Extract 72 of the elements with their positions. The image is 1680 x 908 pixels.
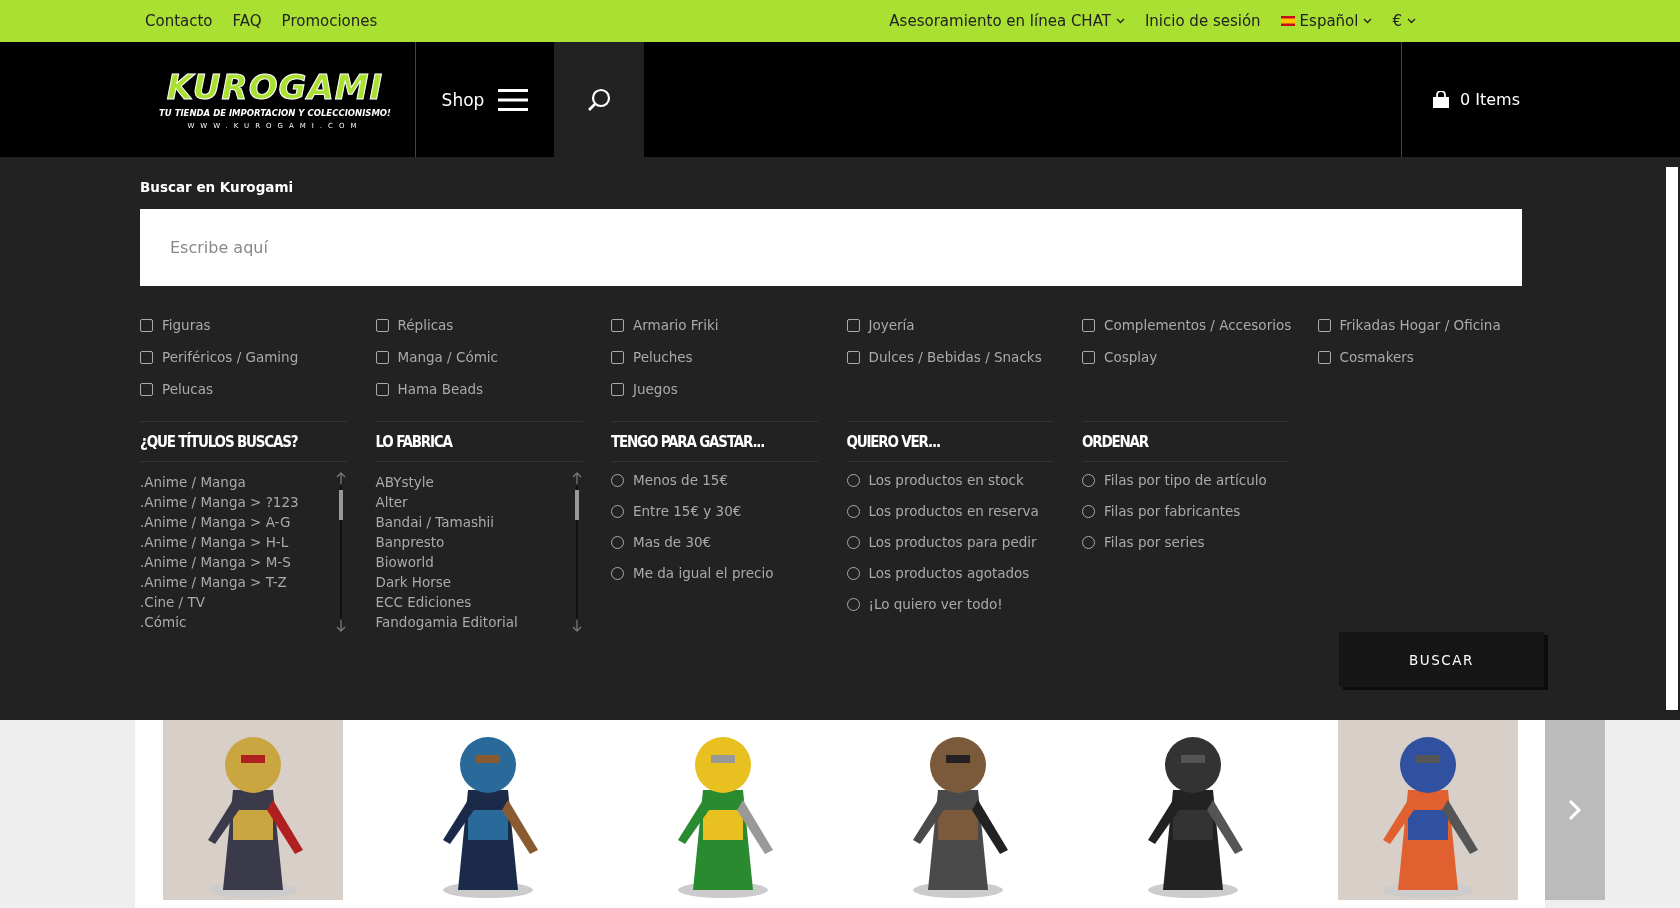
- category-checkbox[interactable]: Cosplay: [1082, 349, 1318, 365]
- filter-heading: LO FABRICA: [375, 421, 583, 462]
- filter-heading: QUIERO VER...: [846, 421, 1054, 462]
- category-checkbox[interactable]: Manga / Cómic: [375, 349, 611, 365]
- list-item[interactable]: Dark Horse: [375, 572, 518, 592]
- radio-option[interactable]: Los productos en stock: [846, 472, 1054, 488]
- top-link[interactable]: FAQ: [232, 12, 262, 30]
- category-checkbox[interactable]: Réplicas: [375, 317, 611, 333]
- list-item[interactable]: .Anime / Manga > H-L: [140, 532, 299, 552]
- chevron-right-icon: [1568, 799, 1582, 821]
- language-selector[interactable]: Español: [1280, 12, 1373, 30]
- category-checkbox[interactable]: Pelucas: [140, 381, 376, 397]
- arrow-up-icon[interactable]: [336, 472, 346, 484]
- radio-option[interactable]: Filas por tipo de artículo: [1082, 472, 1289, 488]
- arrow-down-icon[interactable]: [336, 620, 346, 632]
- list-item[interactable]: .Anime / Manga > M-S: [140, 552, 299, 572]
- dropdown-link[interactable]: Asesoramiento en línea CHAT: [889, 12, 1125, 30]
- radio-option[interactable]: Filas por fabricantes: [1082, 503, 1289, 519]
- list-item[interactable]: Bioworld: [375, 552, 518, 572]
- list-item[interactable]: Alter: [375, 492, 518, 512]
- filter-heading: ORDENAR: [1082, 421, 1289, 462]
- chevron-icon: [1115, 18, 1125, 24]
- radio-option[interactable]: Los productos agotados: [846, 565, 1054, 581]
- list-item[interactable]: ABYstyle: [375, 472, 518, 492]
- arrow-up-icon[interactable]: [571, 472, 582, 484]
- list-item[interactable]: .Cómic: [140, 612, 299, 632]
- scrollbar-thumb[interactable]: [574, 490, 579, 520]
- scrollbar[interactable]: [1666, 167, 1678, 710]
- category-checkbox[interactable]: Peluches: [611, 349, 847, 365]
- scrollbar-thumb[interactable]: [339, 490, 343, 520]
- radio-option[interactable]: Mas de 30€: [611, 534, 818, 550]
- search-field[interactable]: Escribe aquí: [140, 209, 1522, 286]
- category-checkbox[interactable]: Joyería: [846, 317, 1082, 333]
- radio-option[interactable]: Los productos en reserva: [846, 503, 1054, 519]
- radio-option[interactable]: Los productos para pedir: [846, 534, 1054, 550]
- category-checkbox[interactable]: Periféricos / Gaming: [140, 349, 376, 365]
- chevron-icon: [1407, 18, 1416, 24]
- list-item[interactable]: Bandai / Tamashii: [375, 512, 518, 532]
- chevron-icon: [1363, 18, 1373, 24]
- list-item[interactable]: .Anime / Manga > T-Z: [140, 572, 299, 592]
- bag-icon: [1432, 90, 1450, 109]
- radio-option[interactable]: Entre 15€ y 30€: [611, 503, 818, 519]
- category-checkbox[interactable]: Frikadas Hogar / Oficina: [1317, 317, 1553, 333]
- search-icon: [586, 86, 612, 113]
- radio-option[interactable]: Menos de 15€: [611, 472, 818, 488]
- category-checkbox[interactable]: Cosmakers: [1317, 349, 1553, 365]
- list-item[interactable]: Banpresto: [375, 532, 518, 552]
- list-item[interactable]: .Anime / Manga: [140, 472, 299, 492]
- top-link[interactable]: Contacto: [145, 12, 213, 30]
- category-checkbox[interactable]: Dulces / Bebidas / Snacks: [846, 349, 1082, 365]
- top-link[interactable]: Promociones: [281, 12, 378, 30]
- filter-heading: TENGO PARA GASTAR...: [611, 421, 818, 462]
- category-checkbox[interactable]: Complementos / Accesorios: [1082, 317, 1318, 333]
- filter-heading: ¿QUE TÍTULOS BUSCAS?: [140, 421, 347, 462]
- list-item[interactable]: Fandogamia Editorial: [375, 612, 518, 632]
- dropdown-link[interactable]: €: [1392, 12, 1416, 30]
- list-item[interactable]: .Anime / Manga > A-G: [140, 512, 299, 532]
- radio-option[interactable]: Me da igual el precio: [611, 565, 818, 581]
- search-title: Buscar en Kurogami: [140, 179, 295, 195]
- menu-icon: [498, 88, 529, 111]
- flag-icon: [1280, 16, 1295, 26]
- list-item[interactable]: .Anime / Manga > ?123: [140, 492, 299, 512]
- category-checkbox[interactable]: Juegos: [611, 381, 847, 397]
- category-checkbox[interactable]: Hama Beads: [375, 381, 611, 397]
- category-checkbox[interactable]: Figuras: [140, 317, 376, 333]
- list-item[interactable]: ECC Ediciones: [375, 592, 518, 612]
- radio-option[interactable]: Filas por series: [1082, 534, 1289, 550]
- radio-option[interactable]: ¡Lo quiero ver todo!: [846, 596, 1054, 612]
- login-link[interactable]: Inicio de sesión: [1144, 12, 1261, 30]
- category-checkbox[interactable]: Armario Friki: [611, 317, 847, 333]
- list-item[interactable]: .Cine / TV: [140, 592, 299, 612]
- arrow-down-icon[interactable]: [571, 620, 582, 632]
